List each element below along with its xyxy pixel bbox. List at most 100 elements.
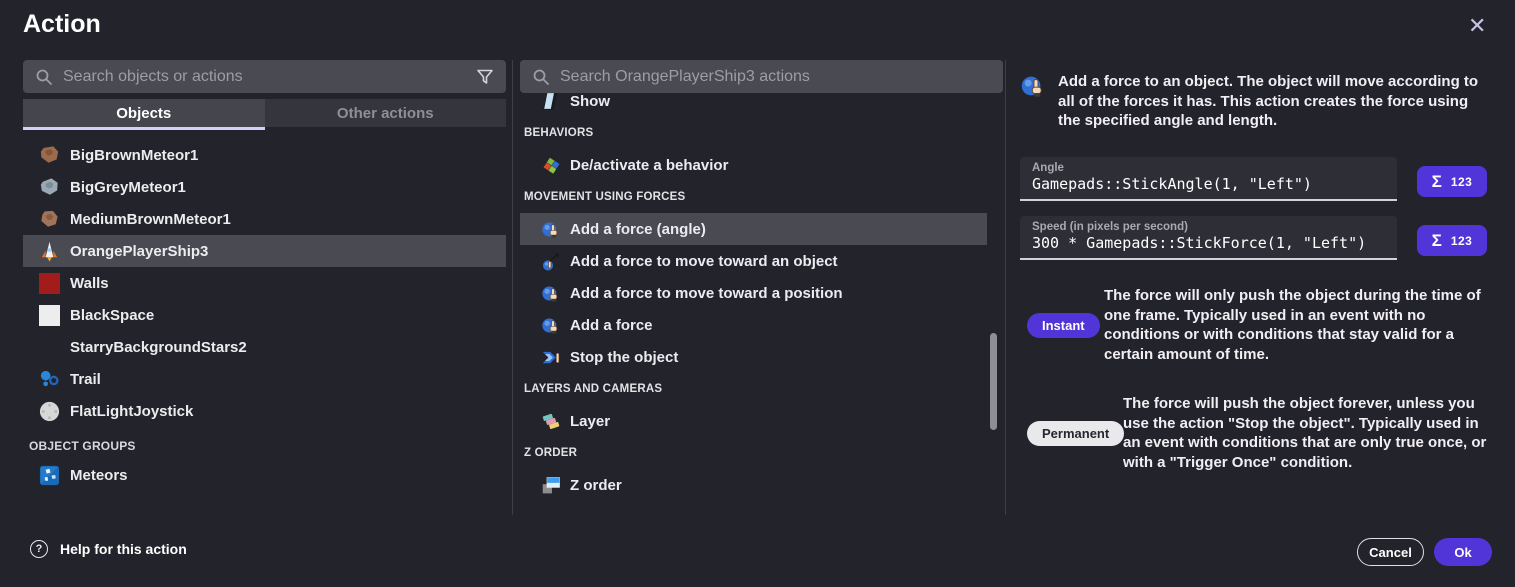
action-item-add-force-angle[interactable]: Add a force (angle): [520, 213, 987, 245]
tab-other-actions[interactable]: Other actions: [265, 99, 507, 127]
angle-field-row: Angle Gamepads::StickAngle(1, "Left") Σ …: [1020, 157, 1487, 201]
player-ship-icon: [37, 239, 62, 264]
list-item-orangeplayership3[interactable]: OrangePlayerShip3: [23, 235, 506, 267]
sigma-icon: Σ: [1432, 172, 1442, 192]
object-label: Meteors: [70, 467, 128, 484]
stop-object-icon: [540, 346, 563, 369]
section-header-behaviors: BEHAVIORS: [520, 117, 1003, 149]
action-label: De/activate a behavior: [570, 157, 728, 174]
object-label: BlackSpace: [70, 307, 154, 324]
angle-field-label: Angle: [1032, 162, 1385, 174]
action-label: Z order: [570, 477, 622, 494]
help-label: Help for this action: [60, 541, 187, 557]
speed-field-label: Speed (in pixels per second): [1032, 221, 1385, 233]
action-label: Stop the object: [570, 349, 678, 366]
force-icon: [540, 282, 563, 305]
layer-icon: [540, 410, 563, 433]
actions-list: Show BEHAVIORS De/activate a behavior MO…: [520, 85, 1003, 501]
object-label: Walls: [70, 275, 109, 292]
meteor-grey-icon: [37, 175, 62, 200]
section-header-z-order: Z ORDER: [520, 437, 1003, 469]
scrollbar-thumb[interactable]: [990, 333, 997, 430]
action-item-add-force[interactable]: Add a force: [520, 309, 987, 341]
dialog-title: Action: [23, 10, 101, 39]
object-label: Trail: [70, 371, 101, 388]
section-header-movement-forces: MOVEMENT USING FORCES: [520, 181, 1003, 213]
tab-objects-label: Objects: [116, 105, 171, 122]
meteor-brown-icon: [37, 143, 62, 168]
list-item-flatlightjoystick[interactable]: FlatLightJoystick: [23, 395, 506, 427]
action-item-z-order[interactable]: Z order: [520, 469, 987, 501]
list-item-starrybackgroundstars2[interactable]: StarryBackgroundStars2: [23, 331, 506, 363]
list-item-biggreymeteor1[interactable]: BigGreyMeteor1: [23, 171, 506, 203]
object-label: FlatLightJoystick: [70, 403, 193, 420]
object-group-icon: [37, 463, 62, 488]
expression-editor-button[interactable]: Σ 123: [1417, 225, 1487, 256]
trail-particles-icon: [37, 367, 62, 392]
instant-description: The force will only push the object duri…: [1104, 286, 1492, 364]
action-description-block: Add a force to an object. The object wil…: [1020, 72, 1492, 131]
force-toward-object-icon: [540, 250, 563, 273]
cancel-button[interactable]: Cancel: [1357, 538, 1424, 566]
angle-field[interactable]: Angle Gamepads::StickAngle(1, "Left"): [1020, 157, 1397, 201]
list-item-bigbrownmeteor1[interactable]: BigBrownMeteor1: [23, 139, 506, 171]
list-item-blackspace[interactable]: BlackSpace: [23, 299, 506, 331]
list-item-walls[interactable]: Walls: [23, 267, 506, 299]
objects-search-input[interactable]: [63, 68, 466, 86]
action-item-stop-object[interactable]: Stop the object: [520, 341, 987, 373]
action-label: Layer: [570, 413, 610, 430]
force-icon: [540, 314, 563, 337]
permanent-option-row: Permanent The force will push the object…: [1020, 394, 1492, 472]
close-icon[interactable]: ✕: [1462, 11, 1492, 41]
action-item-force-toward-position[interactable]: Add a force to move toward a position: [520, 277, 987, 309]
ok-button[interactable]: Ok: [1434, 538, 1492, 566]
dark-texture-icon: [37, 335, 62, 360]
instant-badge[interactable]: Instant: [1027, 313, 1100, 338]
force-icon: [540, 218, 563, 241]
help-icon: ?: [30, 540, 48, 558]
object-groups-header: OBJECT GROUPS: [29, 439, 506, 453]
list-item-trail[interactable]: Trail: [23, 363, 506, 395]
actions-panel: Show BEHAVIORS De/activate a behavior MO…: [520, 60, 1003, 515]
search-icon: [532, 68, 550, 86]
tab-objects[interactable]: Objects: [23, 99, 265, 127]
section-header-layers-cameras: LAYERS AND CAMERAS: [520, 373, 1003, 405]
object-label: OrangePlayerShip3: [70, 243, 208, 260]
angle-field-value[interactable]: Gamepads::StickAngle(1, "Left"): [1032, 175, 1385, 193]
panel-divider: [512, 60, 513, 515]
instant-badge-col: Instant: [1020, 313, 1104, 338]
action-item-layer[interactable]: Layer: [520, 405, 987, 437]
permanent-badge[interactable]: Permanent: [1027, 421, 1124, 446]
action-dialog: Action ✕ Objects Other actions: [0, 0, 1515, 587]
numbers-icon: 123: [1451, 175, 1473, 189]
permanent-description: The force will push the object forever, …: [1123, 394, 1492, 472]
force-icon: [1020, 72, 1048, 100]
white-square-icon: [37, 303, 62, 328]
object-label: MediumBrownMeteor1: [70, 211, 231, 228]
list-item-meteors-group[interactable]: Meteors: [23, 459, 506, 491]
panel-divider: [1005, 60, 1006, 515]
help-link[interactable]: ? Help for this action: [30, 540, 187, 558]
behavior-icon: [540, 154, 563, 177]
tab-other-actions-label: Other actions: [337, 105, 434, 122]
object-label: BigBrownMeteor1: [70, 147, 198, 164]
joystick-icon: [37, 399, 62, 424]
meteor-brown-icon: [37, 207, 62, 232]
permanent-badge-col: Permanent: [1020, 421, 1123, 446]
actions-search-input[interactable]: [560, 68, 991, 86]
speed-field-value[interactable]: 300 * Gamepads::StickForce(1, "Left"): [1032, 234, 1385, 252]
action-label: Show: [570, 93, 610, 110]
action-item-force-toward-object[interactable]: Add a force to move toward an object: [520, 245, 987, 277]
speed-field[interactable]: Speed (in pixels per second) 300 * Gamep…: [1020, 216, 1397, 260]
z-order-icon: [540, 474, 563, 497]
action-item-deactivate-behavior[interactable]: De/activate a behavior: [520, 149, 987, 181]
action-description: Add a force to an object. The object wil…: [1058, 72, 1486, 131]
action-label: Add a force: [570, 317, 653, 334]
speed-field-row: Speed (in pixels per second) 300 * Gamep…: [1020, 216, 1487, 260]
list-item-mediumbrownmeteor1[interactable]: MediumBrownMeteor1: [23, 203, 506, 235]
action-config-panel: Add a force to an object. The object wil…: [1020, 60, 1492, 515]
filter-icon[interactable]: [476, 68, 494, 86]
action-label: Add a force to move toward a position: [570, 285, 843, 302]
red-square-icon: [37, 271, 62, 296]
expression-editor-button[interactable]: Σ 123: [1417, 166, 1487, 197]
